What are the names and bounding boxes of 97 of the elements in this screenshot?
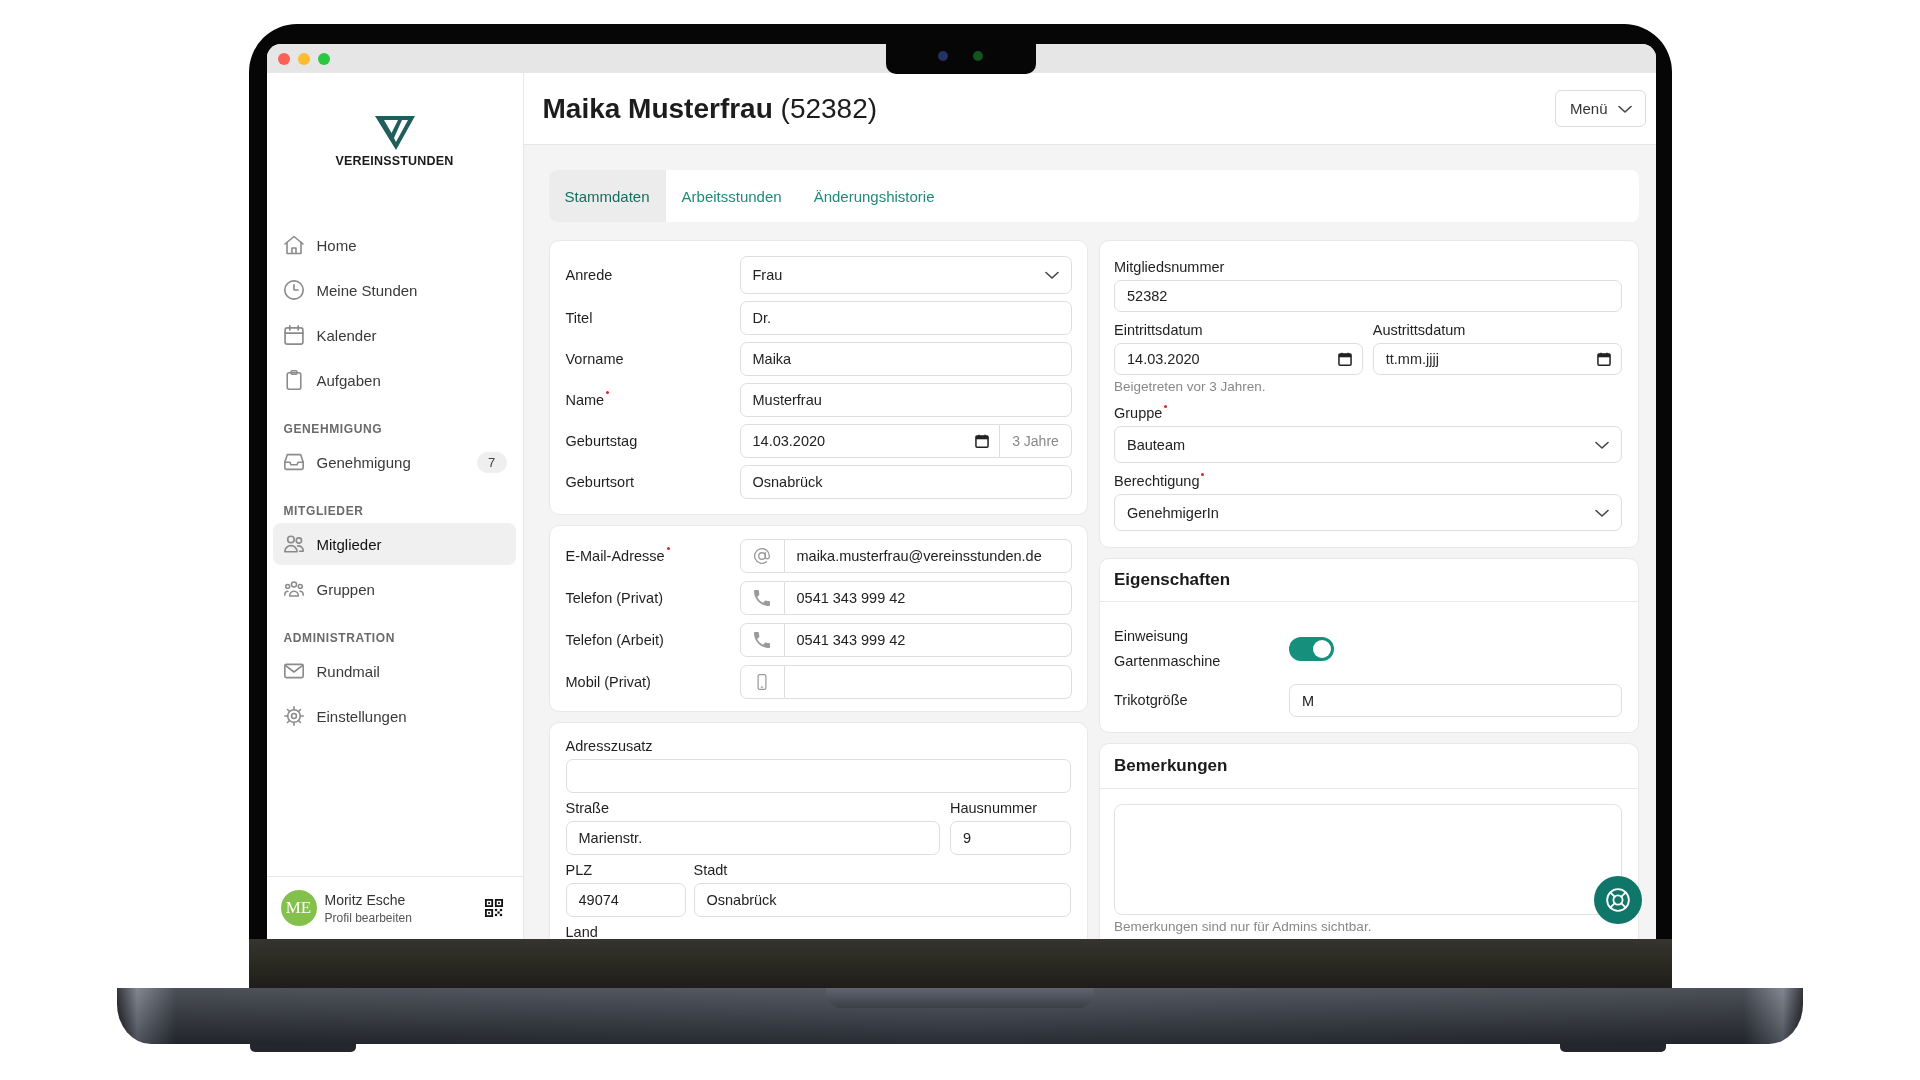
page-title: Maika Musterfrau (52382) xyxy=(542,92,878,125)
field-label: Austrittsdatum xyxy=(1372,322,1466,339)
input-field[interactable]: 52382 xyxy=(1114,280,1622,312)
date-field[interactable]: 14.03.2020 xyxy=(1114,343,1363,375)
menu-button[interactable]: Menü xyxy=(1554,90,1646,127)
input-field[interactable]: Osnabrück xyxy=(739,465,1072,499)
textarea-field[interactable] xyxy=(1114,804,1622,915)
tab[interactable]: Stammdaten xyxy=(548,170,666,222)
close-icon[interactable] xyxy=(277,52,290,65)
nav-item[interactable]: Kalender xyxy=(272,314,516,356)
section-heading: MITGLIEDER xyxy=(283,503,364,519)
card-title: Eigenschaften xyxy=(1114,570,1231,590)
age-addon: 3 Jahre xyxy=(1000,424,1072,458)
input-field[interactable]: 0541 343 999 42 xyxy=(784,623,1072,657)
nav-item[interactable]: Genehmigung 7 xyxy=(272,441,516,483)
field-label: Hausnummer xyxy=(950,800,1038,817)
clock-icon xyxy=(283,280,304,300)
section-heading: ADMINISTRATION xyxy=(283,630,395,646)
field-label: Eintrittsdatum xyxy=(1114,322,1203,339)
field-label: Mitgliedsnummer xyxy=(1114,259,1225,276)
field-label: Einweisung Gartenmaschine xyxy=(1114,627,1222,671)
nav-item[interactable]: Rundmail xyxy=(272,650,516,692)
camera-icon xyxy=(973,51,983,61)
calendar-icon[interactable] xyxy=(975,434,989,448)
chevron-down-icon xyxy=(1594,440,1609,449)
input-field[interactable]: Musterfrau xyxy=(739,383,1072,417)
at-sign-icon xyxy=(739,539,785,573)
input-field[interactable]: Maika xyxy=(739,342,1072,376)
field-label: E-Mail-Adresse xyxy=(565,547,665,565)
edit-profile-link[interactable]: Profil bearbeiten xyxy=(324,910,412,925)
field-label: Titel xyxy=(565,309,593,327)
phone-icon xyxy=(739,623,785,657)
date-field[interactable]: tt.mm.jjjj xyxy=(1372,343,1622,375)
input-field[interactable]: 49074 xyxy=(565,883,686,917)
nav-item[interactable]: Gruppen xyxy=(272,568,516,610)
lifebuoy-icon xyxy=(1605,888,1630,912)
nav-item[interactable]: Einstellungen xyxy=(272,695,516,737)
calendar-icon xyxy=(283,325,304,345)
calendar-icon[interactable] xyxy=(1596,352,1611,366)
nav-item[interactable]: Meine Stunden xyxy=(272,269,516,311)
field-label: Land xyxy=(565,924,598,939)
users-icon xyxy=(283,534,304,554)
section-heading: GENEHMIGUNG xyxy=(283,421,383,437)
input-field[interactable]: Marienstr. xyxy=(565,821,940,855)
input-field[interactable]: maika.musterfrau@vereinsstunden.de xyxy=(784,539,1072,573)
field-label: Vorname xyxy=(565,350,624,368)
dropdown[interactable]: Bauteam xyxy=(1114,426,1622,463)
dropdown[interactable]: Frau xyxy=(739,256,1072,294)
field-label: Gruppe xyxy=(1114,405,1163,422)
field-label: PLZ xyxy=(565,862,593,879)
field-label: Straße xyxy=(565,800,609,817)
field-label: Mobil (Privat) xyxy=(565,673,651,691)
qr-code-icon[interactable] xyxy=(484,899,503,917)
dropdown[interactable]: GenehmigerIn xyxy=(1114,494,1622,531)
avatar: ME xyxy=(280,890,317,926)
gear-icon xyxy=(283,706,304,726)
smartphone-icon xyxy=(739,665,785,699)
input-field[interactable]: 0541 343 999 42 xyxy=(784,581,1072,615)
logo-text: VEREINSSTUNDEN xyxy=(335,153,454,169)
nav-item[interactable]: Aufgaben xyxy=(272,359,516,401)
camera-icon xyxy=(938,51,948,61)
count-badge: 7 xyxy=(476,451,507,473)
field-hint: Beigetreten vor 3 Jahren. xyxy=(1114,379,1266,395)
field-label: Trikotgröße xyxy=(1114,691,1188,710)
chevron-down-icon xyxy=(1594,508,1609,517)
field-label: Name xyxy=(565,391,605,409)
input-field[interactable]: Dr. xyxy=(739,301,1072,335)
field-label: Adresszusatz xyxy=(565,738,653,755)
input-field[interactable]: 9 xyxy=(950,821,1071,855)
user-name: Moritz Esche xyxy=(324,891,406,908)
chevron-down-icon xyxy=(1045,271,1059,279)
field-hint: Bemerkungen sind nur für Admins sichtbar. xyxy=(1114,919,1372,935)
group-icon xyxy=(283,579,304,599)
chevron-down-icon xyxy=(1617,104,1632,113)
input-field[interactable] xyxy=(565,759,1071,793)
field-label: Geburtsort xyxy=(565,473,634,491)
field-label: Geburtstag xyxy=(565,432,638,450)
nav-item[interactable]: Home xyxy=(272,224,516,266)
calendar-icon[interactable] xyxy=(1337,352,1352,366)
home-icon xyxy=(283,235,304,255)
field-label: Berechtigung xyxy=(1114,473,1200,490)
clipboard-icon xyxy=(283,370,304,390)
envelope-icon xyxy=(283,661,304,681)
input-field[interactable]: M xyxy=(1289,684,1622,717)
nav-item[interactable]: Mitglieder xyxy=(272,523,516,565)
field-label: Stadt xyxy=(693,862,728,879)
card-title: Bemerkungen xyxy=(1114,756,1228,776)
field-label: Telefon (Arbeit) xyxy=(565,631,664,649)
date-field[interactable]: 14.03.2020 xyxy=(739,424,1000,458)
logo-icon xyxy=(374,116,415,150)
field-label: Anrede xyxy=(565,266,613,284)
toggle-switch[interactable] xyxy=(1289,637,1334,661)
input-field[interactable]: Osnabrück xyxy=(693,883,1071,917)
phone-icon xyxy=(739,581,785,615)
field-label: Telefon (Privat) xyxy=(565,589,663,607)
input-field[interactable] xyxy=(784,665,1072,699)
inbox-icon xyxy=(283,452,304,472)
